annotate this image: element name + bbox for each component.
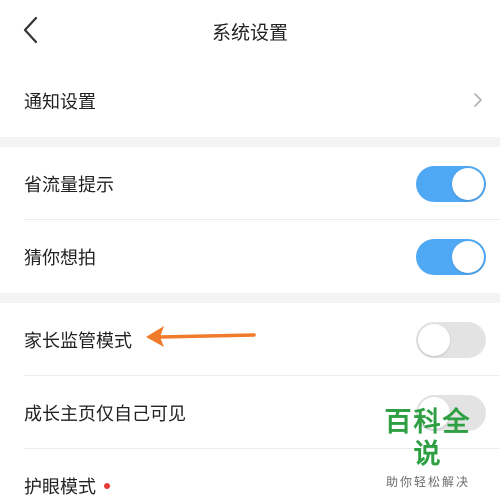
data-saver-label: 省流量提示 xyxy=(24,175,114,196)
section-divider xyxy=(0,293,500,303)
guess-shoot-toggle[interactable] xyxy=(416,239,486,275)
notification-settings-label: 通知设置 xyxy=(24,92,96,113)
features-section: 省流量提示 猜你想拍 xyxy=(0,147,500,293)
data-saver-toggle[interactable] xyxy=(416,166,486,202)
notification-section: 通知设置 xyxy=(0,64,500,137)
watermark-logo-text: 百科全说 xyxy=(384,407,472,470)
guess-shoot-label: 猜你想拍 xyxy=(24,248,96,269)
top-bar: 系统设置 xyxy=(0,0,500,64)
private-home-label: 成长主页仅自己可见 xyxy=(24,404,186,425)
parental-mode-label: 家长监管模式 xyxy=(24,331,132,352)
toggle-knob xyxy=(452,241,484,273)
annotation-arrow xyxy=(146,326,256,347)
page-title: 系统设置 xyxy=(211,22,288,44)
new-badge-dot xyxy=(104,483,110,489)
watermark-slogan: 助你轻松解决 xyxy=(385,475,470,489)
toggle-knob xyxy=(452,168,484,200)
chevron-right-icon xyxy=(474,93,482,107)
guess-shoot-row: 猜你想拍 xyxy=(0,220,500,293)
parental-mode-toggle[interactable] xyxy=(416,322,486,358)
section-divider xyxy=(0,137,500,147)
data-saver-row: 省流量提示 xyxy=(0,147,500,220)
eye-care-label: 护眼模式 xyxy=(24,473,110,499)
toggle-knob xyxy=(418,324,450,356)
notification-settings-row[interactable]: 通知设置 xyxy=(0,64,500,137)
eye-care-text: 护眼模式 xyxy=(24,477,96,498)
watermark: 百科全说 助你轻松解决 xyxy=(372,407,484,490)
